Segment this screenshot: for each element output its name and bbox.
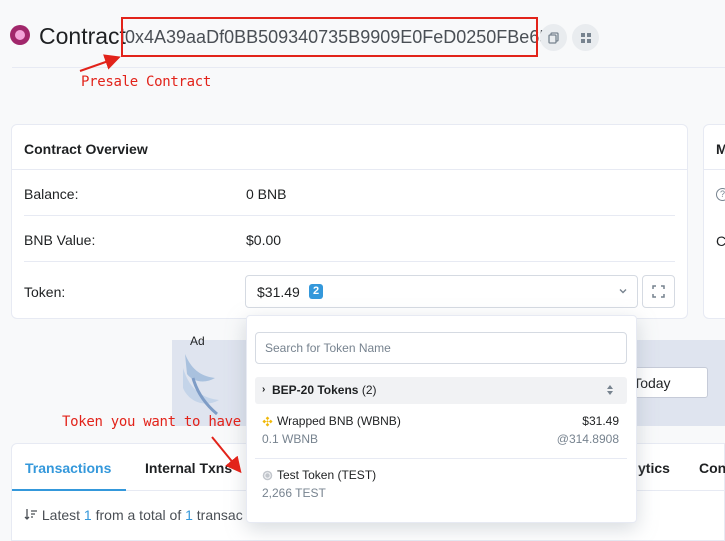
bnb-value-label: BNB Value:: [24, 232, 96, 248]
row-divider: [24, 261, 675, 262]
chevron-right-icon: ›: [262, 384, 266, 395]
tx-summary-middle: from a total of: [95, 507, 182, 523]
tab-internal-txns[interactable]: Internal Txns: [145, 460, 232, 476]
more-info-title: M: [716, 141, 725, 157]
header-divider: [12, 67, 725, 68]
token-amount: 0.1 WBNB: [262, 432, 319, 446]
token-usd-value: $31.49: [582, 414, 619, 428]
ad-logo-icon: [183, 354, 219, 416]
balance-value: 0 BNB: [246, 186, 287, 202]
token-name: Test Token (TEST): [277, 468, 377, 482]
contract-identicon: [10, 25, 30, 45]
token-name-row: Test Token (TEST): [262, 468, 376, 482]
token-dropdown-menu: › BEP-20 Tokens (2) Wrapped BNB (WBNB) 0…: [246, 315, 637, 523]
tab-contract[interactable]: Con: [699, 460, 725, 476]
card-divider: [12, 169, 687, 170]
tx-count: 1: [83, 507, 92, 523]
group-label: BEP-20 Tokens: [272, 383, 359, 397]
generic-token-icon: [262, 470, 273, 481]
more-info-row-label: C: [716, 233, 725, 249]
annotation-token-want: Token you want to have: [62, 414, 241, 430]
annotation-highlight-box: [121, 17, 538, 57]
more-info-card: M ? C: [703, 124, 725, 319]
dropdown-divider: [255, 458, 627, 459]
expand-token-button[interactable]: [642, 275, 675, 308]
help-icon: ?: [716, 188, 725, 201]
token-count-badge: 2: [309, 284, 323, 299]
expand-icon: [652, 285, 665, 298]
tx-summary-prefix: Latest: [41, 507, 81, 523]
tx-summary-suffix: transac: [196, 507, 243, 523]
token-item-test[interactable]: Test Token (TEST) 2,266 TEST: [255, 468, 627, 504]
tx-summary: Latest 1 from a total of 1 transac: [24, 507, 243, 523]
contract-overview-card: Contract Overview Balance: 0 BNB BNB Val…: [11, 124, 688, 319]
page-header: Contract 0x4A39aaDf0BB509340735B9909E0Fe…: [0, 0, 725, 68]
tx-total[interactable]: 1: [185, 507, 193, 523]
token-holdings-select[interactable]: $31.49 2: [245, 275, 638, 308]
bnb-value-value: $0.00: [246, 232, 282, 248]
active-tab-indicator: [12, 489, 126, 491]
token-total-value: $31.49: [257, 284, 300, 300]
page-title: Contract: [39, 23, 126, 49]
sort-icon: [607, 385, 613, 395]
copy-icon: [547, 31, 559, 44]
qr-code-button[interactable]: [572, 24, 599, 51]
token-name: Wrapped BNB (WBNB): [277, 414, 401, 428]
chevron-down-icon: [619, 289, 627, 294]
balance-label: Balance:: [24, 186, 79, 202]
ad-label: Ad: [190, 334, 205, 348]
annotation-presale-contract: Presale Contract: [81, 74, 212, 90]
card-title: Contract Overview: [24, 141, 148, 157]
row-divider: [24, 215, 675, 216]
bep20-token-group[interactable]: › BEP-20 Tokens (2): [255, 377, 627, 404]
sort-amount-icon: [24, 509, 37, 520]
token-name-row: Wrapped BNB (WBNB): [262, 414, 401, 428]
token-amount: 2,266 TEST: [262, 486, 326, 500]
group-count: (2): [361, 383, 377, 397]
qr-code-icon: [580, 32, 591, 43]
bnb-icon: [262, 416, 273, 427]
token-item-wbnb[interactable]: Wrapped BNB (WBNB) 0.1 WBNB $31.49 @314.…: [255, 414, 627, 450]
tab-transactions[interactable]: Transactions: [25, 460, 111, 476]
card-divider: [704, 169, 725, 170]
tab-analytics[interactable]: ytics: [638, 460, 670, 476]
copy-address-button[interactable]: [540, 24, 567, 51]
token-search-input[interactable]: [255, 332, 627, 364]
token-label: Token:: [24, 284, 66, 300]
token-rate: @314.8908: [556, 432, 619, 446]
